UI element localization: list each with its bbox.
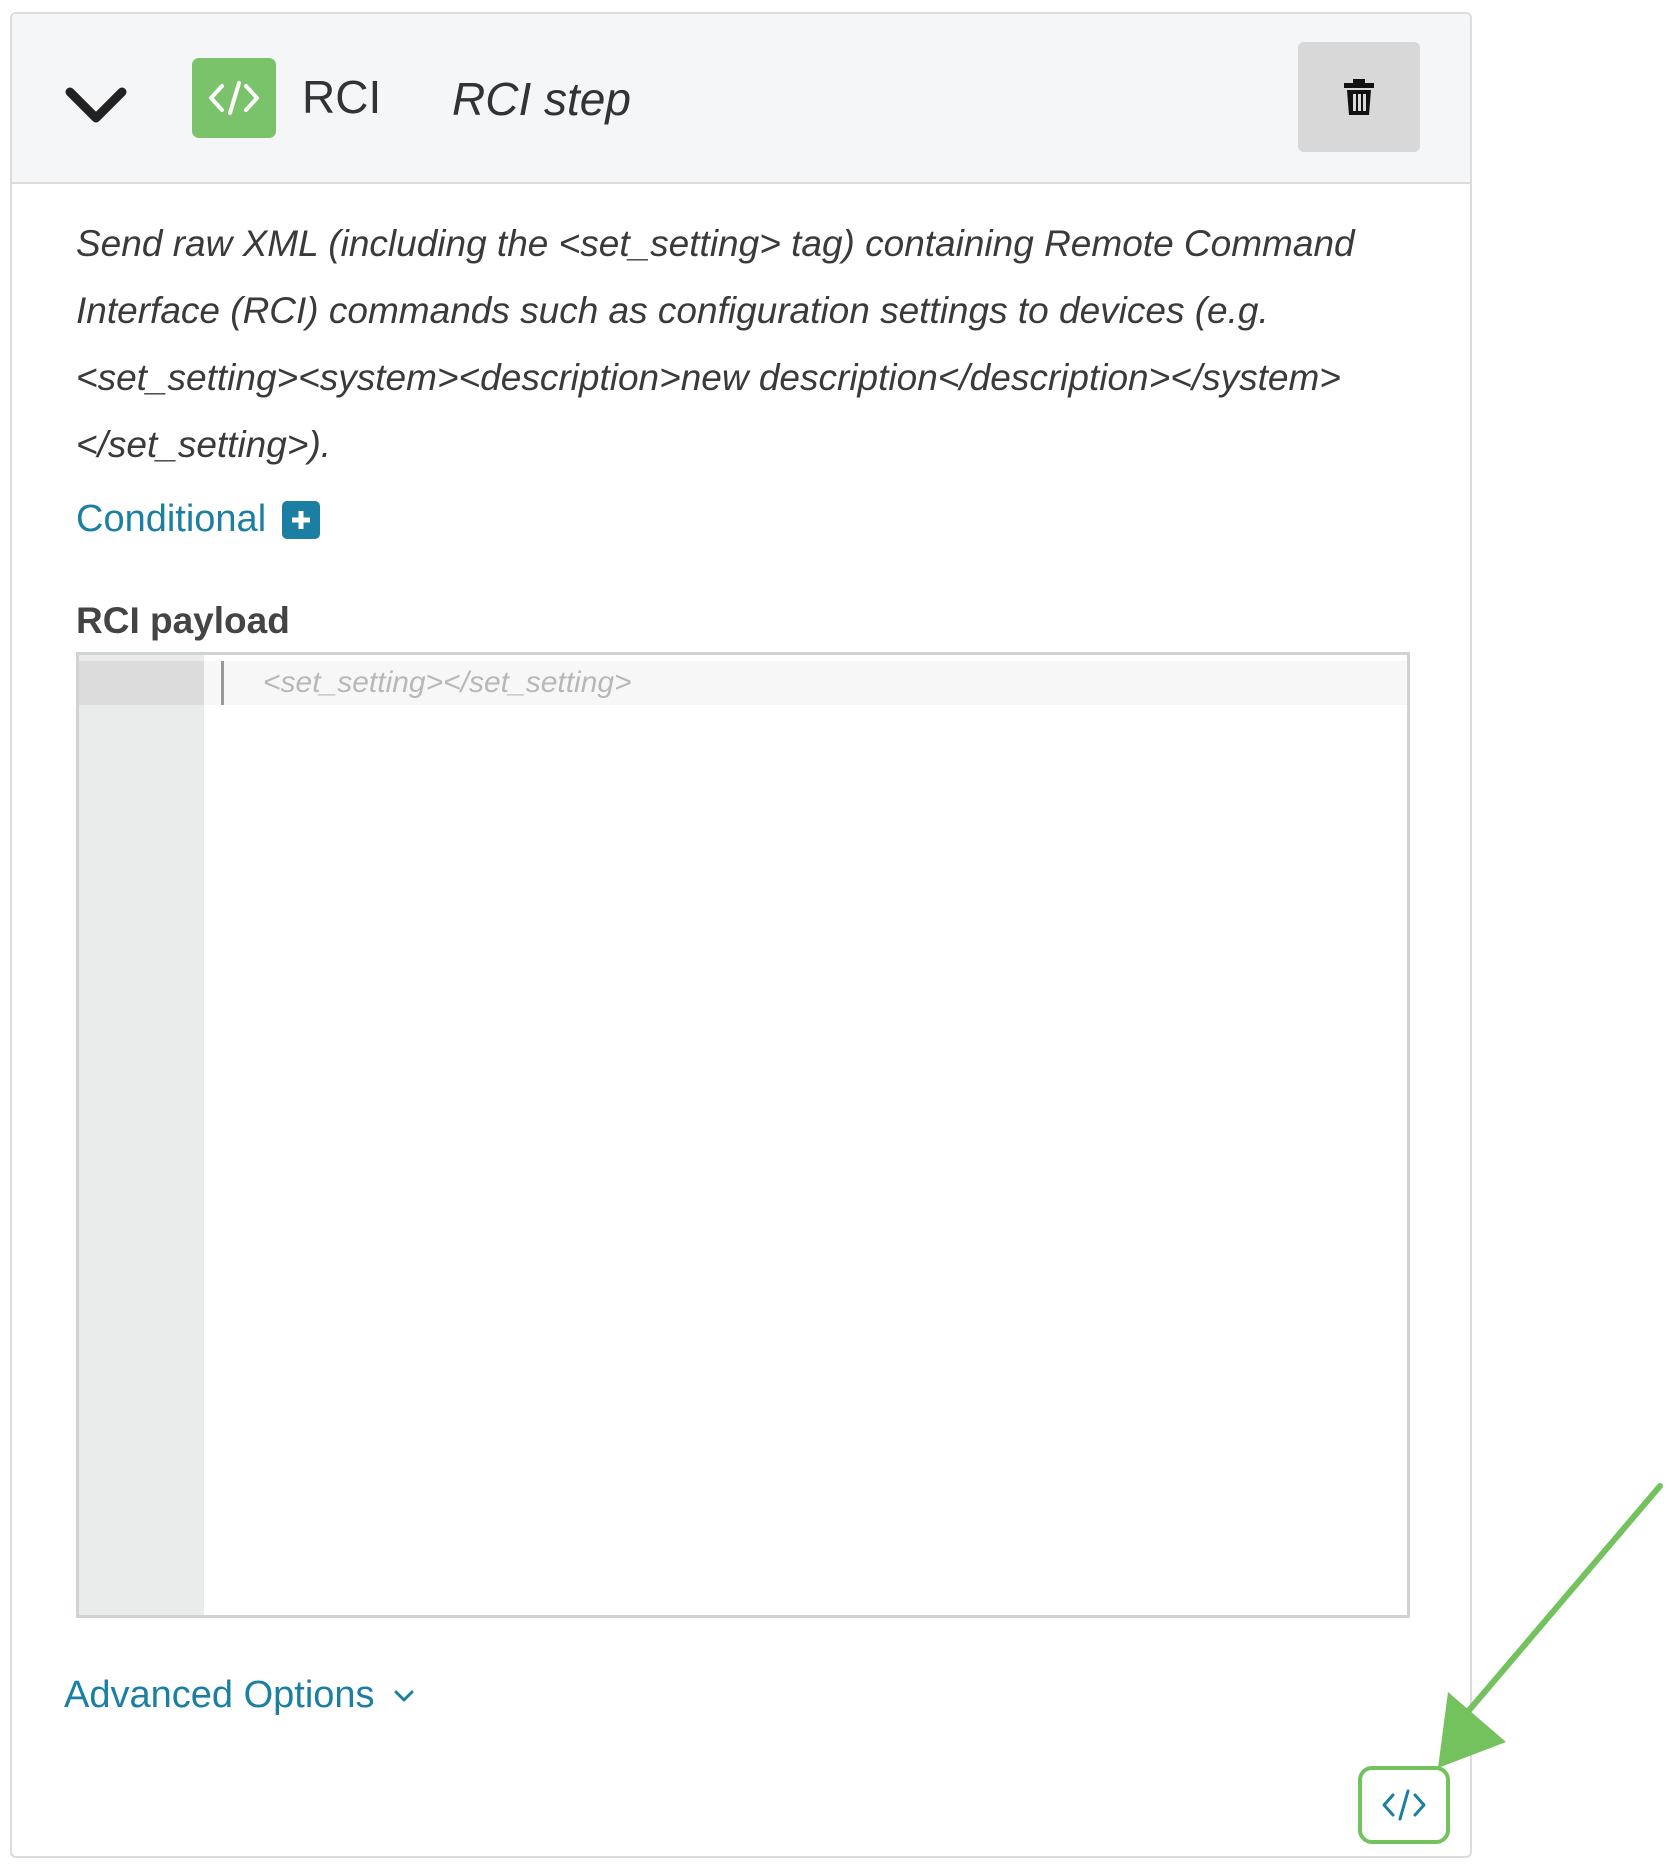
payload-placeholder: <set_setting></set_setting> bbox=[263, 666, 632, 699]
conditional-link[interactable]: Conditional bbox=[76, 498, 321, 541]
step-description: Send raw XML (including the <set_setting… bbox=[76, 223, 1355, 465]
rci-step-card: RCI RCI step Send raw XML (including the… bbox=[10, 12, 1472, 1858]
conditional-label: Conditional bbox=[76, 498, 267, 540]
text-cursor bbox=[221, 661, 224, 705]
delete-step-button[interactable] bbox=[1298, 42, 1420, 152]
callout-arrow-icon bbox=[1438, 1483, 1663, 1768]
editor-gutter bbox=[79, 655, 204, 1615]
step-type-label: RCI bbox=[302, 71, 382, 123]
rci-payload-label: RCI payload bbox=[76, 600, 290, 641]
step-header: RCI RCI step bbox=[12, 14, 1470, 184]
trash-icon bbox=[1344, 79, 1374, 115]
step-name[interactable]: RCI step bbox=[452, 72, 631, 126]
code-icon bbox=[1382, 1789, 1426, 1821]
rci-payload-editor[interactable]: 1 <set_setting></set_setting> bbox=[76, 652, 1410, 1618]
advanced-options-label: Advanced Options bbox=[64, 1674, 375, 1716]
chevron-down-icon[interactable] bbox=[64, 80, 128, 130]
plus-square-icon[interactable] bbox=[282, 500, 321, 539]
code-icon bbox=[192, 58, 276, 138]
chevron-down-icon bbox=[394, 1690, 414, 1701]
advanced-options-toggle[interactable]: Advanced Options bbox=[64, 1674, 415, 1717]
